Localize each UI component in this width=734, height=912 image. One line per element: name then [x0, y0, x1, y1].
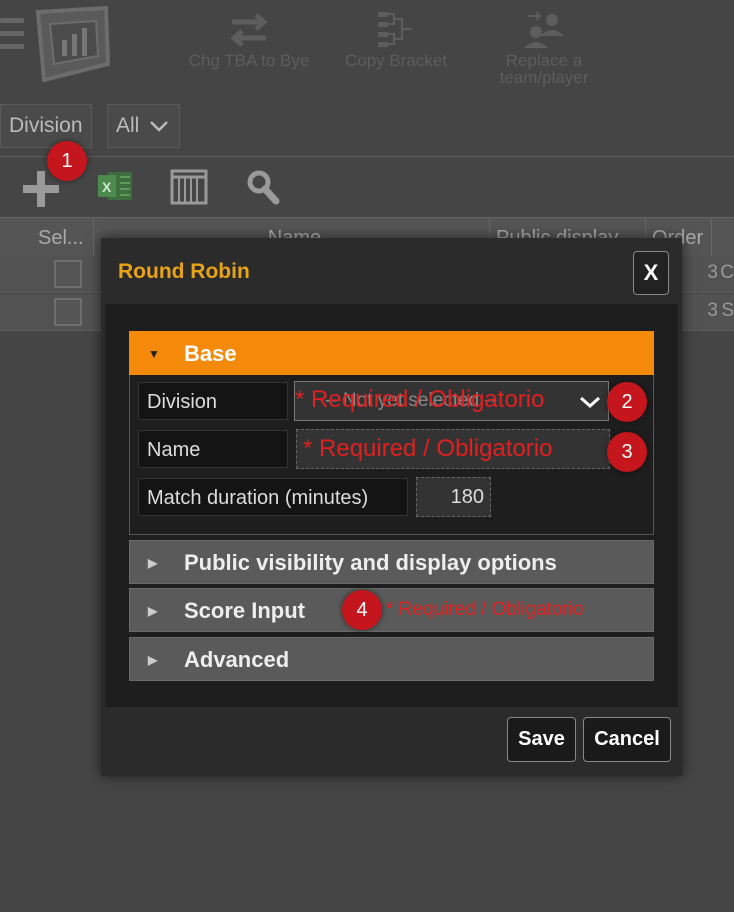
row-select-checkbox[interactable]: [54, 298, 82, 326]
caret-right-icon: ▶: [148, 653, 158, 667]
row-select-checkbox[interactable]: [54, 260, 82, 288]
name-input[interactable]: * Required / Obligatorio: [296, 429, 610, 469]
division-required-text: * Required / Obligatorio: [295, 386, 545, 413]
section-advanced-header[interactable]: ▶ Advanced: [129, 637, 654, 681]
bracket-icon: [340, 8, 452, 52]
section-score-input-header[interactable]: ▶ Score Input * Required / Obligatorio: [129, 588, 654, 632]
division-select[interactable]: -- Not yet selected -- * Required / Obli…: [294, 381, 609, 421]
caret-right-icon: ▶: [148, 604, 158, 618]
step-badge-3: 3: [607, 432, 647, 472]
replace-team-player-button[interactable]: Replace a team/player: [490, 8, 598, 86]
section-advanced-label: Advanced: [184, 647, 290, 672]
step-badge-4: 4: [342, 590, 382, 630]
caret-right-icon: ▶: [148, 556, 158, 570]
search-icon[interactable]: [246, 169, 280, 205]
row-name-cell: C: [720, 262, 734, 283]
match-duration-input[interactable]: 180: [416, 477, 491, 517]
excel-export-icon[interactable]: X: [96, 169, 134, 203]
chg-tba-to-bye-button[interactable]: Chg TBA to Bye: [185, 8, 313, 69]
cancel-button[interactable]: Cancel: [583, 717, 671, 762]
round-robin-dialog: Round Robin X ▼ Base Division -- Not yet…: [101, 238, 682, 776]
chevron-down-icon: [150, 121, 169, 132]
section-visibility-label: Public visibility and display options: [184, 550, 557, 575]
name-required-text: * Required / Obligatorio: [303, 435, 553, 462]
dialog-body: ▼ Base Division -- Not yet selected -- *…: [105, 304, 678, 707]
division-filter-value: All: [116, 114, 140, 137]
chevron-down-icon: [580, 396, 600, 409]
step-badge-2: 2: [607, 382, 647, 422]
top-toolbar: Chg TBA to Bye Copy Bracket Replace a te…: [0, 0, 734, 100]
grid-toolbar: X: [0, 156, 734, 217]
app-logo-icon: [35, 6, 110, 83]
section-base-panel: Division -- Not yet selected -- * Requir…: [129, 375, 654, 535]
row-name-cell: S: [721, 300, 734, 321]
section-score-input-label: Score Input: [184, 598, 306, 623]
dialog-title: Round Robin: [118, 260, 250, 283]
division-filter-select[interactable]: All: [107, 104, 180, 148]
column-header-select[interactable]: Sel...: [32, 218, 94, 256]
name-field-label: Name: [138, 430, 288, 468]
svg-text:X: X: [102, 179, 112, 195]
swap-arrows-icon: [185, 8, 313, 52]
section-base-label: Base: [184, 341, 237, 366]
caret-down-icon: ▼: [148, 347, 160, 361]
division-filter-label: Division: [0, 104, 92, 148]
save-button[interactable]: Save: [507, 717, 576, 762]
score-input-required-text: * Required / Obligatorio: [386, 599, 584, 620]
match-duration-label: Match duration (minutes): [138, 478, 408, 516]
filter-bar: Division All: [0, 102, 734, 152]
step-badge-1: 1: [47, 141, 87, 181]
copy-bracket-button[interactable]: Copy Bracket: [340, 8, 452, 69]
close-button[interactable]: X: [633, 251, 669, 295]
section-base-header[interactable]: ▼ Base: [129, 331, 654, 375]
replace-users-icon: [490, 8, 598, 52]
columns-icon[interactable]: [170, 169, 208, 205]
row-order: 3: [707, 300, 718, 321]
row-order: 3: [707, 262, 718, 283]
division-field-label: Division: [138, 382, 288, 420]
section-visibility-header[interactable]: ▶ Public visibility and display options: [129, 540, 654, 584]
